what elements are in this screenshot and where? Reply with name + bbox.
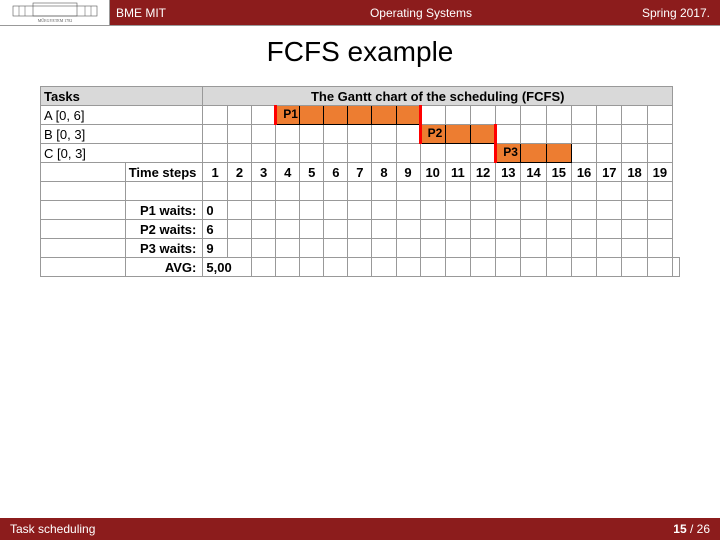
header-course: Operating Systems — [200, 6, 642, 20]
university-logo: MŰEGYETEM 1782 — [0, 0, 110, 25]
p3-waits-label: P3 waits: — [125, 239, 203, 258]
p3-waits-value: 9 — [203, 239, 227, 258]
p2-bar: P2 — [420, 125, 445, 144]
avg-value: 5,00 — [203, 258, 252, 277]
task-row-b: B [0, 3] P2 — [41, 125, 680, 144]
header-band: BME MIT Operating Systems Spring 2017. — [110, 0, 720, 25]
footer-bar: Task scheduling 15 / 26 — [0, 518, 720, 540]
p1-bar: P1 — [276, 106, 300, 125]
p1-waits-row: P1 waits: 0 — [41, 201, 680, 220]
avg-label: AVG: — [125, 258, 203, 277]
header-term: Spring 2017. — [642, 6, 720, 20]
p3-bar: P3 — [496, 144, 521, 163]
p2-waits-value: 6 — [203, 220, 227, 239]
blank-row — [41, 182, 680, 201]
p3-waits-row: P3 waits: 9 — [41, 239, 680, 258]
slide-title: FCFS example — [0, 36, 720, 68]
avg-row: AVG: 5,00 — [41, 258, 680, 277]
gantt-table: Tasks The Gantt chart of the scheduling … — [40, 86, 680, 277]
tasks-header: Tasks — [41, 87, 203, 106]
task-row-a: A [0, 6] P1 — [41, 106, 680, 125]
header-bar: MŰEGYETEM 1782 BME MIT Operating Systems… — [0, 0, 720, 26]
p2-waits-label: P2 waits: — [125, 220, 203, 239]
task-a-label: A [0, 6] — [41, 106, 203, 125]
header-org: BME MIT — [110, 6, 200, 20]
p2-waits-row: P2 waits: 6 — [41, 220, 680, 239]
time-steps-row: Time steps 1 2 3 4 5 6 7 8 9 10 11 12 13… — [41, 163, 680, 182]
footer-topic: Task scheduling — [10, 522, 95, 536]
task-row-c: C [0, 3] P3 — [41, 144, 680, 163]
p1-waits-label: P1 waits: — [125, 201, 203, 220]
task-b-label: B [0, 3] — [41, 125, 203, 144]
svg-text:MŰEGYETEM 1782: MŰEGYETEM 1782 — [37, 18, 72, 23]
page-indicator: 15 / 26 — [673, 522, 710, 536]
gantt-header: The Gantt chart of the scheduling (FCFS) — [203, 87, 673, 106]
p1-waits-value: 0 — [203, 201, 227, 220]
time-steps-label: Time steps — [125, 163, 203, 182]
task-c-label: C [0, 3] — [41, 144, 203, 163]
gantt-table-container: Tasks The Gantt chart of the scheduling … — [40, 86, 680, 277]
